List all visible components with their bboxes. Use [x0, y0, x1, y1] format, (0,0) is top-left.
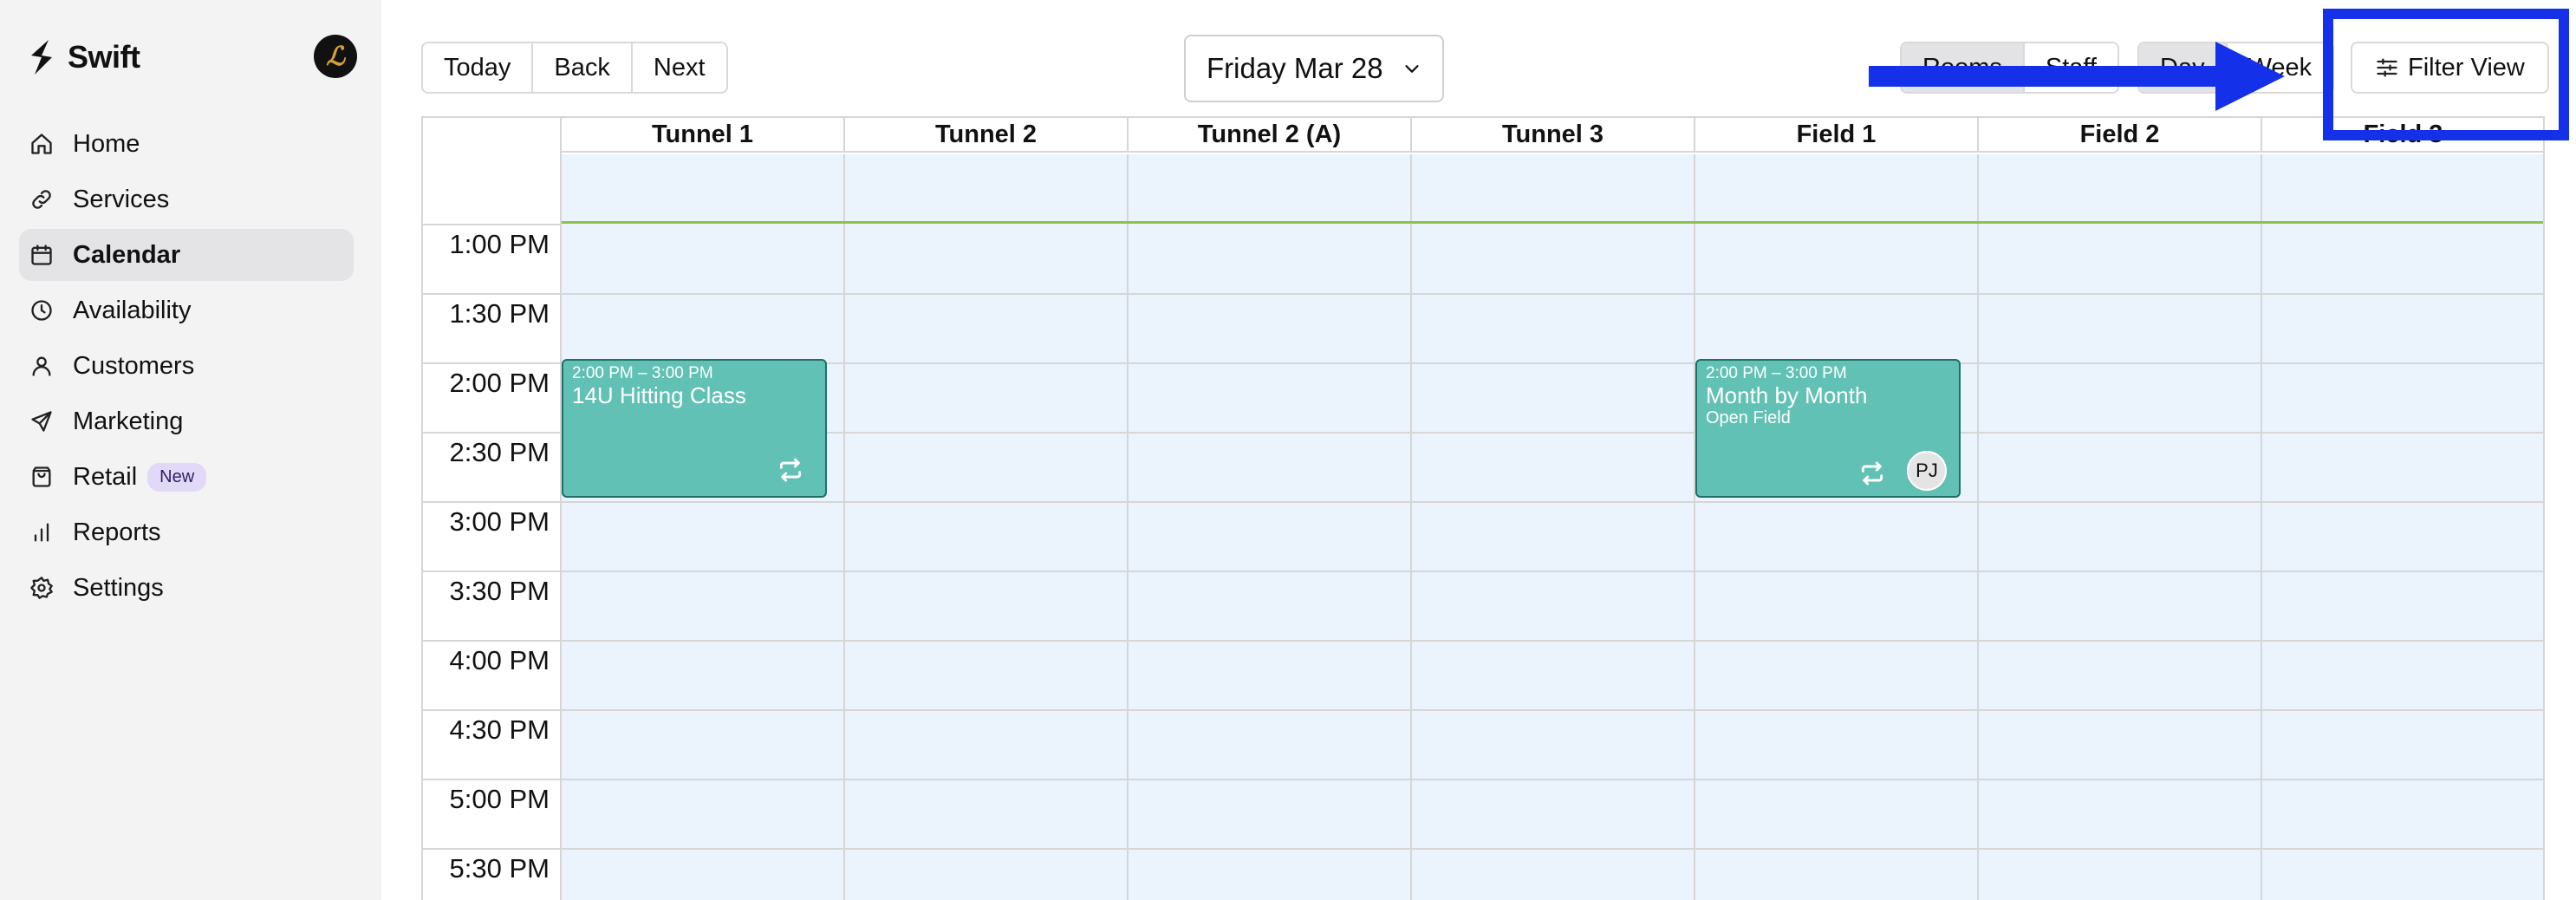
event-title: 14U Hitting Class	[572, 382, 746, 408]
time-label: 1:30 PM	[449, 298, 550, 329]
bag-icon	[28, 463, 55, 491]
gutter-divider	[423, 709, 560, 711]
column-header: Tunnel 2 (A)	[1129, 118, 1412, 151]
sidebar-item-calendar[interactable]: Calendar	[19, 229, 354, 281]
gutter-divider	[423, 224, 560, 225]
time-label: 3:00 PM	[449, 506, 550, 537]
sidebar-item-label: Services	[73, 185, 170, 213]
chevron-down-icon	[1405, 65, 1419, 73]
time-label: 2:30 PM	[449, 437, 550, 467]
sidebar-item-reports[interactable]: Reports	[19, 506, 354, 558]
sidebar-item-customers[interactable]: Customers	[19, 340, 354, 392]
sidebar-item-label: Availability	[73, 296, 192, 324]
sidebar-item-label: Calendar	[73, 240, 181, 269]
time-label: 4:00 PM	[449, 645, 550, 675]
column-divider	[1695, 154, 1979, 900]
sidebar-item-label: Retail	[73, 462, 138, 491]
sidebar-item-label: Reports	[73, 518, 161, 546]
sidebar-item-label: Customers	[73, 351, 195, 380]
link-icon	[28, 186, 55, 213]
gutter-divider	[423, 571, 560, 572]
sidebar: Swift ℒ Home Services Calendar Availabil…	[0, 0, 381, 900]
gear-icon	[28, 574, 55, 602]
event-title: Month by Month	[1706, 382, 1868, 408]
sidebar-item-services[interactable]: Services	[19, 173, 354, 225]
date-picker[interactable]: Friday Mar 28	[1184, 35, 1444, 102]
user-icon	[28, 352, 55, 380]
swift-logo-icon	[31, 40, 52, 75]
sidebar-item-home[interactable]: Home	[19, 118, 354, 170]
column-header: Tunnel 2	[845, 118, 1129, 151]
repeat-icon	[777, 458, 804, 482]
sidebar-nav: Home Services Calendar Availability Cust…	[19, 118, 354, 617]
annotation-highlight-box	[2323, 9, 2569, 140]
gutter-divider	[423, 362, 560, 364]
home-icon	[28, 130, 55, 158]
column-divider	[2262, 154, 2543, 900]
sidebar-item-settings[interactable]: Settings	[19, 562, 354, 614]
event-time: 2:00 PM – 3:00 PM	[1706, 364, 1847, 382]
brand[interactable]: Swift	[26, 38, 140, 76]
gutter-divider	[423, 640, 560, 642]
brand-name: Swift	[68, 39, 140, 75]
calendar-grid: 1:00 PM 1:30 PM 2:00 PM 2:30 PM 3:00 PM 3:30 …	[421, 116, 2545, 900]
column-divider	[1979, 154, 2262, 900]
column-divider	[562, 154, 845, 900]
back-button[interactable]: Back	[533, 43, 633, 92]
event-subtitle: Open Field	[1706, 408, 1791, 427]
org-logo-icon: ℒ	[326, 41, 345, 72]
date-label: Friday Mar 28	[1207, 52, 1383, 84]
gutter-divider	[423, 293, 560, 295]
today-button[interactable]: Today	[423, 43, 534, 92]
gutter-divider	[423, 501, 560, 503]
calendar-event[interactable]: 2:00 PM – 3:00 PM Month by Month Open Fi…	[1695, 359, 1961, 498]
column-header: Tunnel 3	[1412, 118, 1695, 151]
time-slots-area[interactable]: 2:00 PM – 3:00 PM 14U Hitting Class 2:00…	[562, 154, 2543, 900]
repeat-icon	[1858, 461, 1886, 486]
resource-header-row: Tunnel 1 Tunnel 2 Tunnel 2 (A) Tunnel 3 …	[562, 118, 2543, 153]
new-badge: New	[147, 462, 207, 492]
time-label: 3:30 PM	[449, 576, 550, 606]
annotation-arrow-icon	[1869, 42, 2285, 111]
clock-icon	[28, 297, 55, 324]
calendar-event[interactable]: 2:00 PM – 3:00 PM 14U Hitting Class	[562, 359, 827, 498]
send-icon	[28, 408, 55, 435]
sidebar-item-availability[interactable]: Availability	[19, 284, 354, 336]
time-gutter: 1:00 PM 1:30 PM 2:00 PM 2:30 PM 3:00 PM 3:30 …	[423, 118, 562, 900]
staff-avatar[interactable]: PJ	[1907, 451, 1947, 491]
bar-chart-icon	[28, 518, 55, 546]
column-divider	[845, 154, 1129, 900]
org-avatar[interactable]: ℒ	[314, 35, 357, 78]
gutter-divider	[423, 432, 560, 434]
gutter-divider	[423, 848, 560, 850]
time-label: 2:00 PM	[449, 368, 550, 398]
time-label: 5:00 PM	[449, 784, 550, 814]
column-divider	[1129, 154, 1412, 900]
gutter-divider	[423, 779, 560, 780]
sidebar-item-marketing[interactable]: Marketing	[19, 395, 354, 447]
column-header: Tunnel 1	[562, 118, 845, 151]
sidebar-item-retail[interactable]: Retail New	[19, 451, 354, 503]
all-day-row[interactable]	[562, 154, 2543, 224]
time-label: 1:00 PM	[449, 229, 550, 259]
column-header: Field 1	[1695, 118, 1979, 151]
time-label: 5:30 PM	[449, 853, 550, 884]
column-header: Field 2	[1979, 118, 2262, 151]
sidebar-item-label: Settings	[73, 573, 164, 602]
next-button[interactable]: Next	[632, 43, 726, 92]
event-time: 2:00 PM – 3:00 PM	[572, 364, 713, 382]
column-dividers	[562, 154, 2543, 900]
time-label: 4:30 PM	[449, 714, 550, 745]
calendar-icon	[28, 241, 55, 269]
sidebar-item-label: Home	[73, 129, 140, 158]
sidebar-item-label: Marketing	[73, 407, 184, 435]
column-divider	[1412, 154, 1695, 900]
date-nav-group: Today Back Next	[421, 42, 728, 94]
